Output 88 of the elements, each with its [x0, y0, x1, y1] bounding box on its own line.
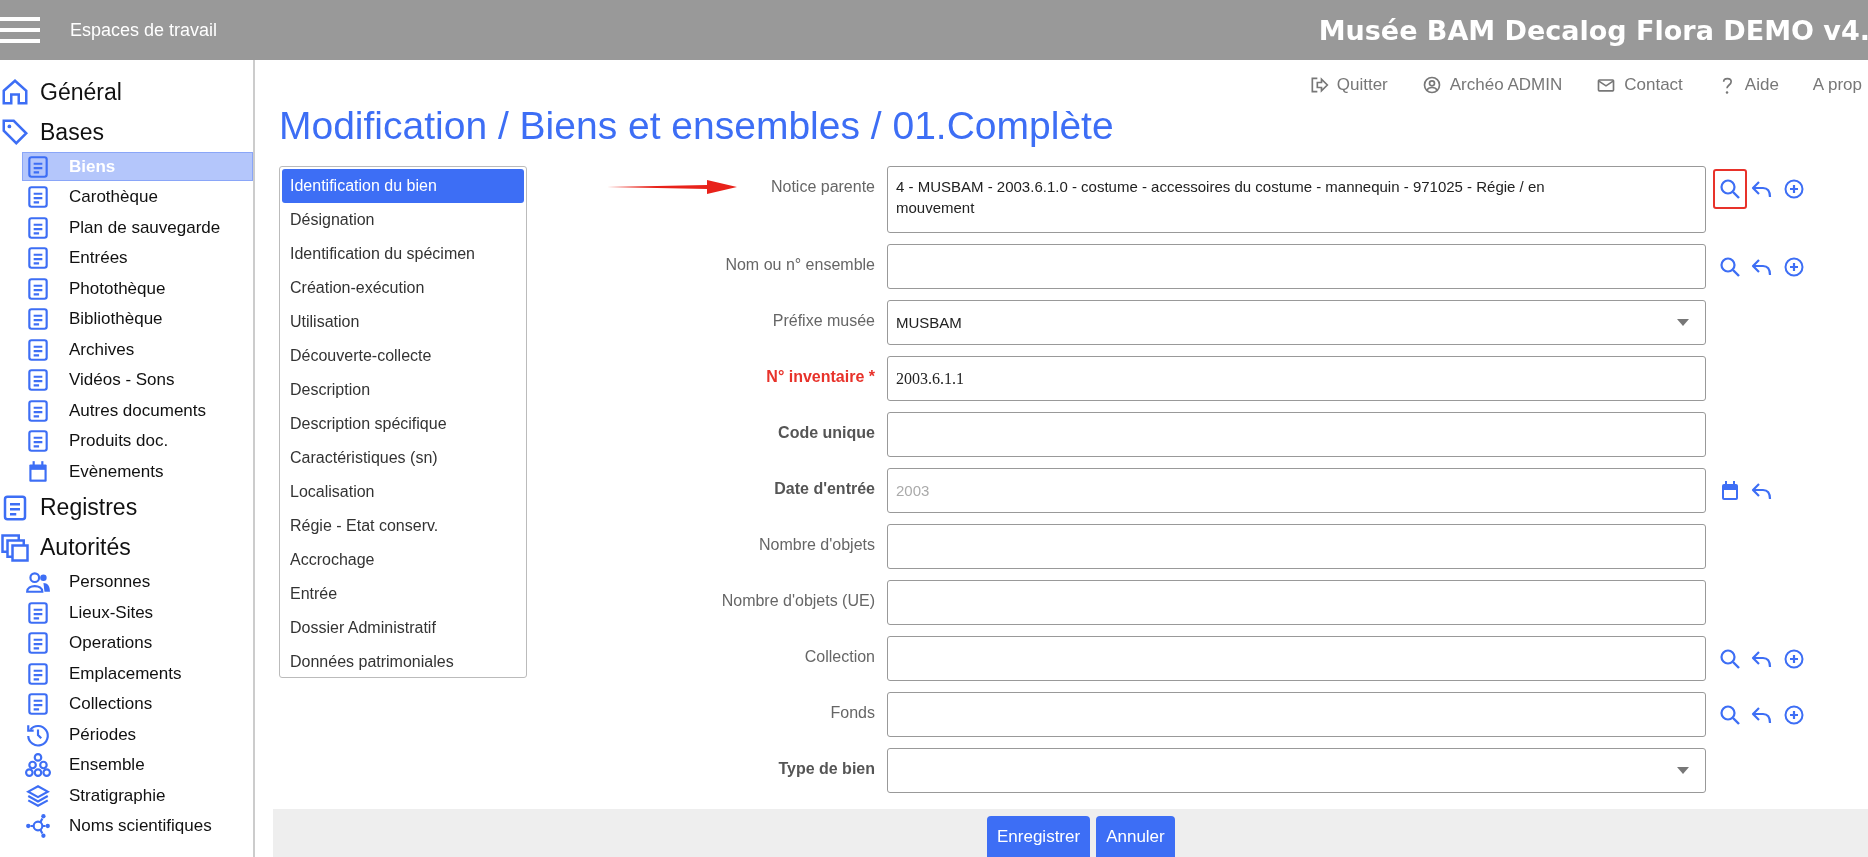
menu-icon[interactable]: [0, 15, 40, 45]
document-icon: [25, 397, 51, 424]
sidebar-item[interactable]: Lieux-Sites: [22, 598, 253, 627]
input-field[interactable]: 2003.6.1.1: [887, 356, 1706, 401]
section-item[interactable]: Description: [282, 373, 524, 407]
page-title: Modification / Biens et ensembles / 01.Complète: [279, 104, 1115, 148]
dropdown-field[interactable]: [887, 748, 1706, 793]
section-item[interactable]: Description spécifique: [282, 407, 524, 441]
user-circle-icon: [1421, 75, 1442, 95]
section-item[interactable]: Découverte-collecte: [282, 339, 524, 373]
top-link[interactable]: Quitter: [1308, 70, 1388, 100]
top-link[interactable]: Archéo ADMIN: [1421, 70, 1563, 100]
section-item[interactable]: Dossier Administratif: [282, 611, 524, 645]
sidebar-item[interactable]: Ensemble: [22, 750, 253, 780]
section-item[interactable]: Utilisation: [282, 305, 524, 339]
field-label: Date d'entrée: [773, 479, 876, 498]
field-label: N° inventaire *: [765, 367, 876, 386]
sidebar-item[interactable]: Périodes: [22, 720, 253, 749]
app-title: Musée BAM Decalog Flora DEMO v4.: [1318, 14, 1868, 46]
field-label: Collection: [803, 647, 876, 666]
input-field[interactable]: [887, 524, 1706, 569]
sidebar-item[interactable]: Collections: [22, 689, 253, 719]
sidebar-item[interactable]: Noms scientifiques: [22, 811, 253, 841]
form-button[interactable]: Enregistrer: [987, 816, 1091, 857]
network-icon: [25, 813, 51, 839]
section-item[interactable]: Création-exécution: [282, 271, 524, 305]
field-label: Type de bien: [777, 759, 876, 778]
field-label: Nom ou n° ensemble: [724, 255, 876, 274]
sidebar-item[interactable]: Bibliothèque: [22, 304, 253, 334]
input-field[interactable]: [887, 692, 1706, 737]
add-icon[interactable]: [1782, 255, 1806, 279]
section-item[interactable]: Identification du bien: [282, 169, 524, 203]
search-icon[interactable]: [1718, 647, 1742, 671]
form-button[interactable]: Annuler: [1096, 816, 1175, 857]
sidebar-item[interactable]: Carothèque: [22, 182, 253, 212]
caret-icon: [1677, 767, 1689, 774]
sidebar-item[interactable]: Photothèque: [22, 274, 253, 303]
add-icon[interactable]: [1782, 647, 1806, 671]
sidebar-section[interactable]: Autorités: [0, 527, 253, 568]
section-item[interactable]: Entrée: [282, 577, 524, 611]
spheres-icon: [25, 752, 51, 778]
sidebar-item[interactable]: Archives: [22, 335, 253, 364]
sidebar-item[interactable]: Vidéos - Sons: [22, 365, 253, 395]
sidebar-item[interactable]: Evènements: [22, 457, 253, 486]
section-item[interactable]: Caractéristiques (sn): [282, 441, 524, 475]
add-icon[interactable]: [1782, 177, 1806, 201]
section-item[interactable]: Accrochage: [282, 543, 524, 577]
top-link[interactable]: Aide: [1716, 70, 1779, 100]
field-label: Notice parente: [769, 177, 876, 196]
sidebar-item[interactable]: Produits doc.: [22, 426, 253, 456]
section-item[interactable]: Localisation: [282, 475, 524, 509]
top-link[interactable]: A prop: [1812, 70, 1862, 100]
add-icon[interactable]: [1782, 703, 1806, 727]
sidebar-item[interactable]: Personnes: [22, 567, 253, 597]
sidebar-item[interactable]: Autres documents: [22, 396, 253, 425]
parent-record-field[interactable]: 4 - MUSBAM - 2003.6.1.0 - costume - accessoires du costume - mannequin - 971025 - Régie / en mouvement: [887, 166, 1706, 233]
sidebar-section[interactable]: Bases: [0, 112, 253, 152]
section-item[interactable]: Désignation: [282, 203, 524, 237]
field-label: Fonds: [829, 703, 876, 722]
input-field[interactable]: [887, 244, 1706, 289]
input-field[interactable]: [887, 580, 1706, 625]
layers-icon: [25, 782, 51, 809]
people-icon: [25, 569, 51, 595]
field-label: Nombre d'objets: [758, 535, 876, 554]
search-icon[interactable]: [1718, 255, 1742, 279]
sidebar-item[interactable]: Plan de sauvegarde: [22, 213, 253, 242]
section-item[interactable]: Régie - Etat conserv.: [282, 509, 524, 543]
section-item[interactable]: Identification du spécimen: [282, 237, 524, 271]
tag-icon: [0, 117, 30, 147]
caret-icon: [1677, 319, 1689, 326]
input-field[interactable]: [887, 636, 1706, 681]
house-icon: [0, 77, 30, 107]
sidebar-item[interactable]: Stratigraphie: [22, 781, 253, 810]
search-icon[interactable]: [1713, 169, 1747, 209]
input-field[interactable]: [887, 412, 1706, 457]
field-label: Code unique: [777, 423, 876, 442]
field-label: Préfixe musée: [771, 311, 876, 330]
section-item[interactable]: Données patrimoniales: [282, 645, 524, 677]
top-link[interactable]: Contact: [1596, 70, 1683, 100]
sidebar-item[interactable]: Entrées: [22, 243, 253, 273]
search-icon[interactable]: [1718, 703, 1742, 727]
dropdown-field[interactable]: MUSBAM: [887, 300, 1706, 345]
input-field[interactable]: 2003: [887, 468, 1706, 513]
sidebar-section[interactable]: Registres: [0, 487, 253, 528]
sidebar-section[interactable]: Général: [0, 72, 253, 112]
sidebar-item[interactable]: Operations: [22, 628, 253, 658]
sidebar-item[interactable]: Emplacements: [22, 659, 253, 688]
field-label: Nombre d'objets (UE): [720, 591, 876, 610]
